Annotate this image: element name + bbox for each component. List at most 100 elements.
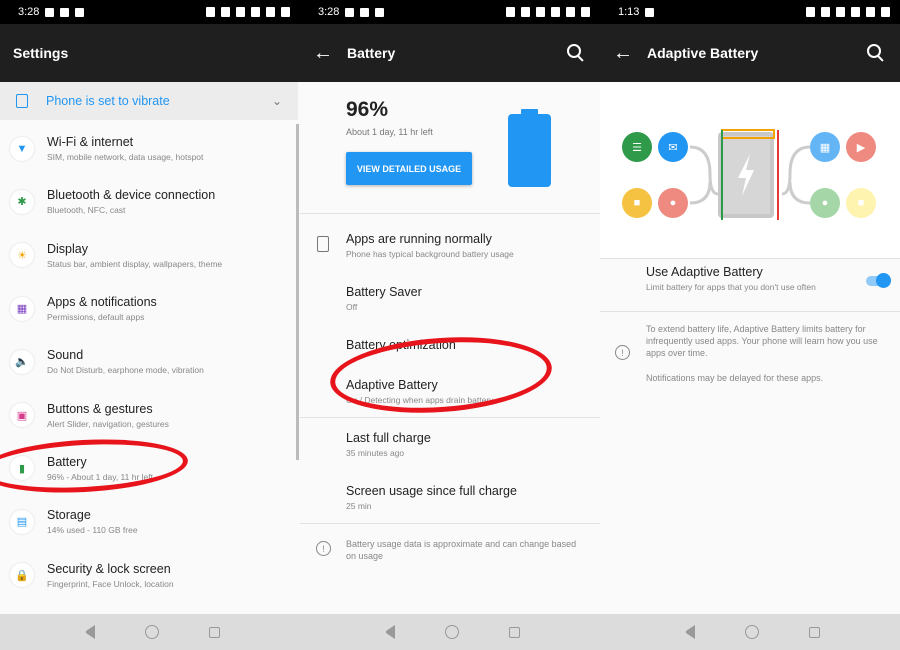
status-icons [506,7,590,17]
chevron-down-icon[interactable]: ⌄ [272,94,282,108]
scrollbar[interactable] [296,124,299,460]
notification-icon [375,7,385,17]
vibrate-icon [821,7,830,17]
row-title: Last full charge [346,431,431,445]
use-adaptive-battery-row[interactable]: Use Adaptive Battery Limit battery for a… [646,265,890,292]
item-subtitle: 96% - About 1 day, 11 hr left [47,471,154,482]
battery-alert-icon [317,236,329,252]
item-title: Display [47,241,88,256]
back-nav-icon[interactable] [681,625,695,639]
item-title: Buttons & gestures [47,401,153,416]
back-nav-icon[interactable] [381,625,395,639]
notification-icon [360,7,370,17]
nav-bar [600,614,900,650]
wifi-icon [836,7,845,17]
divider [300,523,600,524]
settings-item-battery[interactable]: ▮ Battery 96% - About 1 day, 11 hr left [0,442,298,495]
item-title: Apps & notifications [47,295,157,310]
battery-graphic-icon [508,109,551,187]
battery-optimization-row[interactable]: Battery optimization [346,338,456,352]
status-time: 1:13 [618,6,640,18]
adaptive-battery-row[interactable]: Adaptive Battery On / Detecting when app… [346,378,493,405]
connector-lines [689,129,811,220]
view-detailed-usage-button[interactable]: VIEW DETAILED USAGE [346,152,472,185]
item-subtitle: SIM, mobile network, data usage, hotspot [47,152,204,163]
settings-list: ▼ Wi-Fi & internet SIM, mobile network, d… [0,122,298,602]
wifi-icon [236,7,245,17]
row-title: Apps are running normally [346,232,492,246]
page-title: Battery [347,45,396,61]
signal-icon [566,7,575,17]
adaptive-info-text: To extend battery life, Adaptive Battery… [646,324,878,358]
nav-bar [300,614,600,650]
adaptive-battery-illustration: ☰ ✉ ■ ● ▦ ▶ ● ■ [600,82,900,258]
item-subtitle: Alert Slider, navigation, gestures [47,418,169,429]
settings-item-wifi[interactable]: ▼ Wi-Fi & internet SIM, mobile network, d… [0,122,298,175]
notification-icon [645,7,655,17]
item-subtitle: Bluetooth, NFC, cast [47,205,126,216]
back-arrow-icon[interactable]: ← [313,42,333,65]
divider [600,311,900,312]
page-title: Adaptive Battery [647,45,759,61]
settings-item-apps[interactable]: ▦ Apps & notifications Permissions, defau… [0,282,298,335]
sound-icon: 🔈 [10,349,34,374]
home-nav-icon[interactable] [744,625,759,639]
signal-icon [266,7,275,17]
battery-screen: 3:28 ← Battery 96% About 1 day, 11 hr le… [300,0,600,650]
info-icon: ! [615,345,630,360]
bluetooth-icon: ✱ [10,189,34,214]
search-icon[interactable] [865,42,887,64]
battery-icon: ▮ [10,456,34,481]
nfc-icon [506,7,515,17]
divider [300,417,600,418]
row-subtitle: 25 min [346,501,372,511]
apps-icon: ▦ [10,296,34,321]
adaptive-battery-screen: 1:13 ← Adaptive Battery ☰ ✉ ■ ● ▦ ▶ ● ■ [600,0,900,650]
buttons-icon: ▣ [10,403,34,428]
status-icons [206,7,290,17]
item-title: Wi-Fi & internet [47,135,134,150]
battery-status-icon [281,7,290,17]
back-nav-icon[interactable] [81,625,95,639]
wifi-icon [536,7,545,17]
wifi-icon: ▼ [10,136,34,161]
search-icon[interactable] [565,42,587,64]
settings-item-security[interactable]: 🔒 Security & lock screen Fingerprint, Fac… [0,548,298,601]
home-nav-icon[interactable] [144,625,159,639]
battery-summary: 96% About 1 day, 11 hr left VIEW DETAILE… [300,82,600,210]
item-title: Battery [47,454,87,469]
item-subtitle: Fingerprint, Face Unlock, location [47,578,174,589]
battery-saver-row[interactable]: Battery Saver Off [346,285,422,312]
item-subtitle: Status bar, ambient display, wallpapers,… [47,258,223,269]
info-icon: ! [316,541,331,556]
usage-note: Battery usage data is approximate and ca… [346,539,577,561]
last-full-charge-row: Last full charge 35 minutes ago [346,431,431,458]
home-nav-icon[interactable] [444,625,459,639]
item-subtitle: Permissions, default apps [47,312,145,323]
row-subtitle: On / Detecting when apps drain battery [346,395,494,405]
settings-item-bluetooth[interactable]: ✱ Bluetooth & device connection Bluetooth… [0,175,298,228]
recents-nav-icon[interactable] [208,626,220,638]
back-arrow-icon[interactable]: ← [613,42,633,65]
adaptive-battery-toggle[interactable] [866,273,891,288]
status-time: 3:28 [18,6,40,18]
settings-item-storage[interactable]: ▤ Storage 14% used - 110 GB free [0,495,298,548]
display-icon: ☀ [10,243,34,268]
vibrate-banner[interactable]: Phone is set to vibrate ⌄ [0,82,298,120]
row-subtitle: Limit battery for apps that you don't us… [646,282,816,292]
divider [300,213,600,214]
settings-item-display[interactable]: ☀ Display Status bar, ambient display, wa… [0,229,298,282]
apps-running-status[interactable]: Apps are running normally Phone has typi… [346,232,514,259]
item-subtitle: 14% used - 110 GB free [47,525,138,536]
settings-item-buttons[interactable]: ▣ Buttons & gestures Alert Slider, naviga… [0,388,298,441]
app-bar: ← Battery [300,24,600,82]
row-title: Battery Saver [346,285,422,299]
settings-item-sound[interactable]: 🔈 Sound Do Not Disturb, earphone mode, vi… [0,335,298,388]
recents-nav-icon[interactable] [808,626,820,638]
recents-nav-icon[interactable] [508,626,520,638]
screen-usage-row: Screen usage since full charge 25 min [346,484,517,511]
status-time: 3:28 [318,6,340,18]
row-title: Adaptive Battery [346,378,438,392]
storage-icon: ▤ [10,509,34,534]
notification-icon [45,7,55,17]
